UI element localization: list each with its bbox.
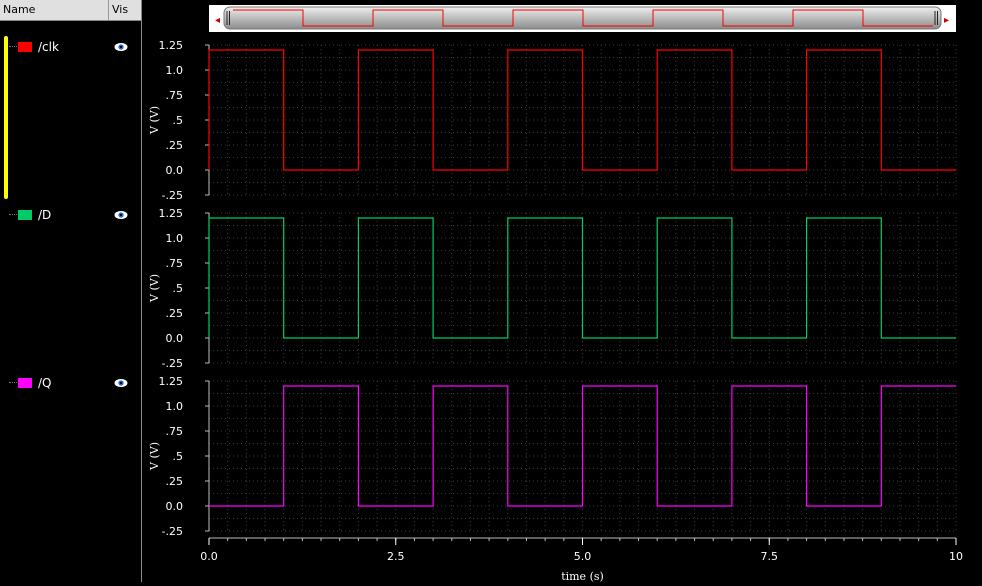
y-tick-label: .5 <box>173 114 184 127</box>
y-axis-title: V (V) <box>148 274 161 303</box>
y-tick-label: .5 <box>173 450 184 463</box>
tree-connector <box>9 46 17 47</box>
x-tick-label: 7.5 <box>761 550 779 563</box>
y-tick-label: .75 <box>166 89 184 102</box>
signal-row-q[interactable]: /Q <box>0 374 141 392</box>
signal-list-header: Name Vis <box>0 0 141 21</box>
signal-name: /D <box>38 208 52 222</box>
x-tick-label: 5.0 <box>574 550 592 563</box>
x-tick-label: 10 <box>949 550 963 563</box>
selection-indicator <box>4 36 8 199</box>
y-tick-label: .5 <box>173 282 184 295</box>
y-axis-title: V (V) <box>148 106 161 135</box>
signal-name: /clk <box>38 40 59 54</box>
column-divider[interactable] <box>108 0 109 20</box>
waveform-plot-area: ◂ ▸ 1.25 1.0 .75 .5 .25 0.0 -.25 V (V) 1.25 1.0 .7… <box>143 0 982 583</box>
y-tick-label: .25 <box>166 475 184 488</box>
eye-icon[interactable] <box>114 41 128 53</box>
y-tick-label: 0.0 <box>166 500 184 513</box>
eye-icon[interactable] <box>114 209 128 221</box>
waveform-panel: 1.25 1.0 .75 .5 .25 0.0 -.25 V (V) <box>148 375 957 538</box>
column-header-name[interactable]: Name <box>3 3 35 16</box>
y-tick-label: -.25 <box>162 357 183 370</box>
waveform-panel: 1.25 1.0 .75 .5 .25 0.0 -.25 V (V) <box>148 207 957 370</box>
tree-connector <box>9 214 17 215</box>
x-axis-title: time (s) <box>561 570 604 582</box>
y-tick-label: .75 <box>166 257 184 270</box>
scroll-right-arrow-icon[interactable]: ▸ <box>944 15 949 26</box>
y-tick-label: .25 <box>166 307 184 320</box>
x-tick-label: 2.5 <box>387 550 405 563</box>
y-tick-label: -.25 <box>162 189 183 202</box>
tree-connector <box>9 382 17 383</box>
x-tick-label: 0.0 <box>200 550 218 563</box>
signal-row-clk[interactable]: /clk <box>0 38 141 56</box>
y-tick-label: 1.0 <box>166 400 184 413</box>
signal-list-panel: Name Vis /clk /D /Q <box>0 0 142 582</box>
y-tick-label: 1.25 <box>159 207 184 220</box>
y-tick-label: .75 <box>166 425 184 438</box>
eye-icon[interactable] <box>114 377 128 389</box>
y-tick-label: 1.0 <box>166 64 184 77</box>
signal-color-swatch <box>18 42 32 52</box>
signal-row-d[interactable]: /D <box>0 206 141 224</box>
y-tick-label: 1.0 <box>166 232 184 245</box>
y-tick-label: 0.0 <box>166 332 184 345</box>
waveform-panel: 1.25 1.0 .75 .5 .25 0.0 -.25 V (V) <box>148 39 957 202</box>
waveform-chart: ◂ ▸ 1.25 1.0 .75 .5 .25 0.0 -.25 V (V) 1.25 1.0 .7… <box>148 5 963 583</box>
y-tick-label: 1.25 <box>159 375 184 388</box>
column-header-vis[interactable]: Vis <box>112 3 128 16</box>
y-axis-title: V (V) <box>148 442 161 471</box>
signal-name: /Q <box>38 376 52 390</box>
y-tick-label: 1.25 <box>159 39 184 52</box>
y-tick-label: -.25 <box>162 525 183 538</box>
scroll-left-arrow-icon[interactable]: ◂ <box>215 15 220 26</box>
y-tick-label: .25 <box>166 139 184 152</box>
signal-color-swatch <box>18 378 32 388</box>
signal-color-swatch <box>18 210 32 220</box>
y-tick-label: 0.0 <box>166 164 184 177</box>
